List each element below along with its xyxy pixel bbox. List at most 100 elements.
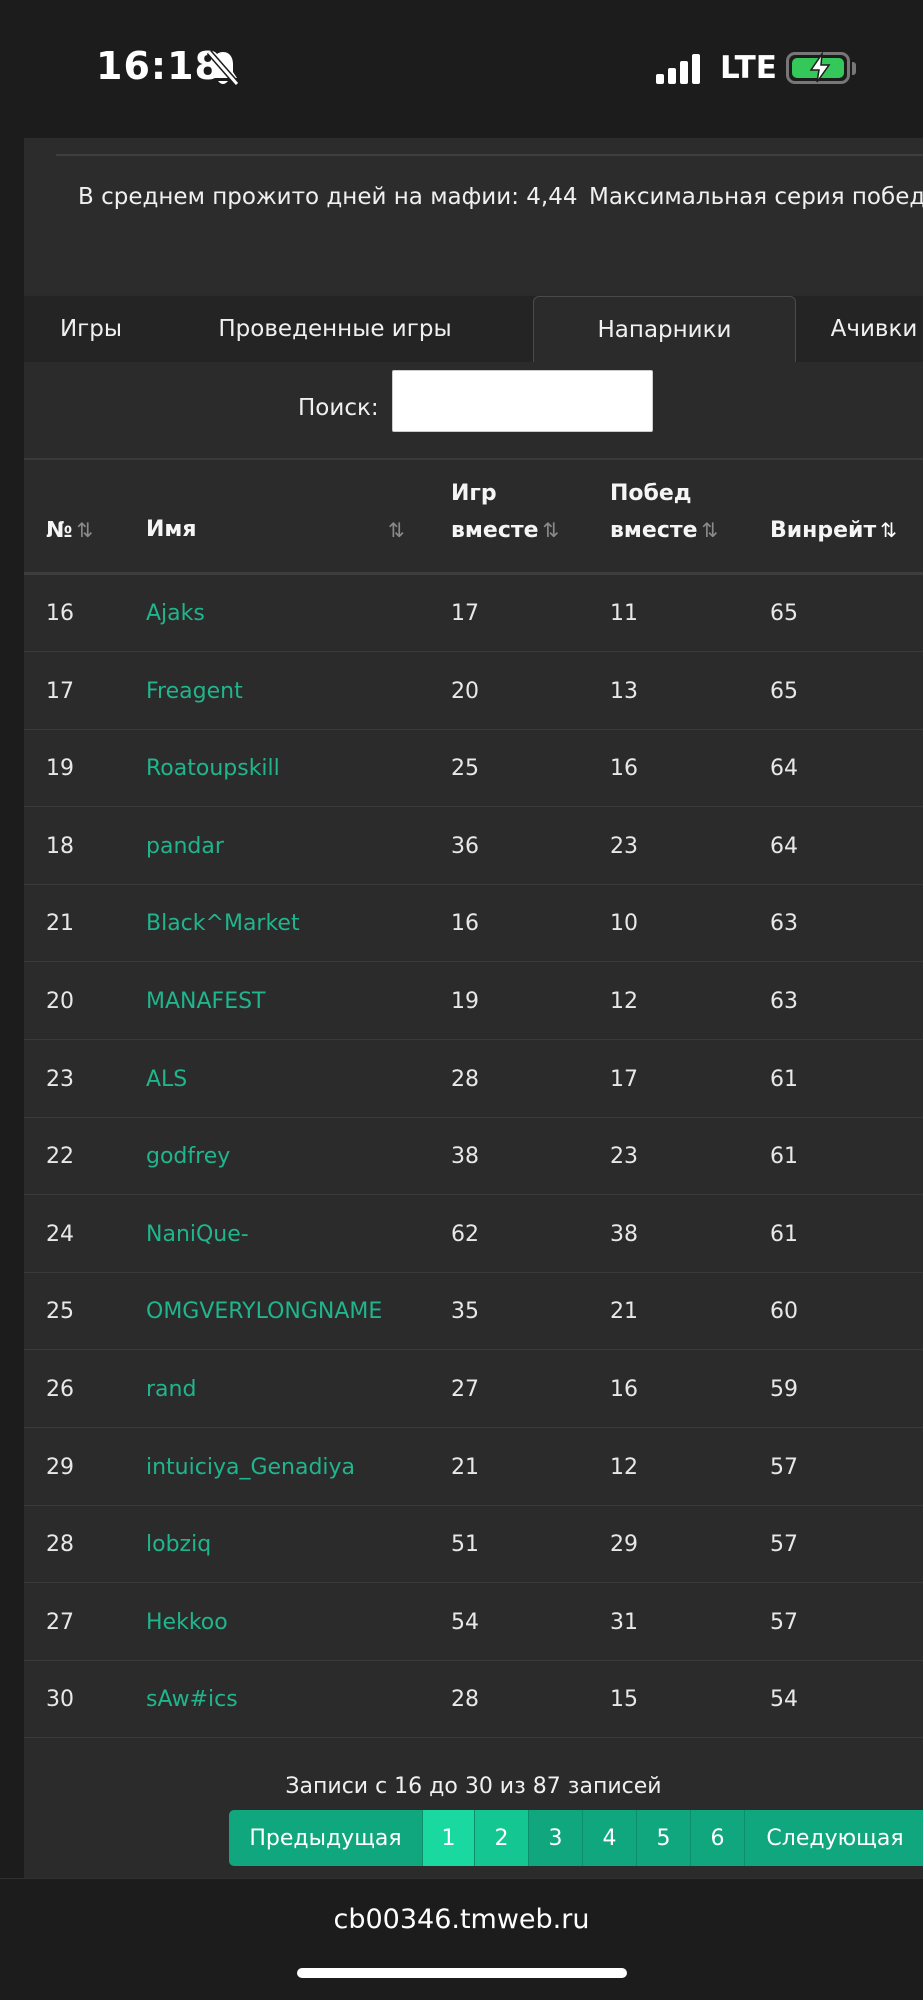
cell-winrate: 60 (770, 1299, 798, 1325)
cell-games: 54 (451, 1609, 479, 1635)
cell-num: 28 (46, 1532, 74, 1558)
cell-games: 28 (451, 1687, 479, 1713)
cell-winrate: 63 (770, 989, 798, 1014)
table-row: 20 MANAFEST 19 12 63 (24, 963, 923, 1040)
col-header-games-l2: вместе (451, 518, 539, 543)
stats-divider (56, 154, 923, 156)
partner-name-link[interactable]: Freagent (146, 679, 243, 704)
col-header-winrate-label: Винрейт (770, 518, 877, 543)
stat-max-win-streak: Максимальная серия побед: (589, 184, 923, 210)
tab-achievements[interactable]: Ачивки (809, 296, 923, 362)
tab-partners[interactable]: Напарники (533, 296, 796, 362)
partner-name-link[interactable]: Roatoupskill (146, 756, 280, 781)
cell-wins: 29 (610, 1532, 638, 1558)
home-indicator[interactable] (297, 1968, 627, 1978)
cell-games: 28 (451, 1066, 479, 1092)
cell-wins: 31 (610, 1609, 638, 1635)
cell-winrate: 64 (770, 833, 798, 859)
tab-bar: Игры Проведенные игры Напарники Ачивки (24, 296, 923, 362)
partner-name-link[interactable]: ALS (146, 1067, 187, 1092)
cell-winrate: 61 (770, 1144, 798, 1170)
pagination-prev-button[interactable]: Предыдущая (229, 1810, 423, 1866)
sort-icon: ⇅ (701, 518, 719, 542)
cell-games: 51 (451, 1532, 479, 1558)
col-header-wins-l2: вместе (610, 518, 698, 543)
cell-num: 17 (46, 678, 74, 704)
cell-games: 21 (451, 1454, 479, 1480)
table-row: 19 Roatoupskill 25 16 64 (24, 730, 923, 808)
partner-name-link[interactable]: lobziq (146, 1532, 211, 1557)
cell-wins: 23 (610, 1144, 638, 1170)
partner-name-link[interactable]: rand (146, 1377, 196, 1402)
cell-num: 30 (46, 1687, 74, 1713)
stat-avg-days-mafia: В среднем прожито дней на мафии: 4,44 (78, 184, 578, 210)
cell-wins: 38 (610, 1221, 638, 1247)
pagination-page-5[interactable]: 5 (637, 1810, 691, 1866)
table-header: № ⇅ Имя ⇅ Игр вместе ⇅ Побед вместе ⇅ Винре… (24, 460, 923, 572)
cell-games: 62 (451, 1221, 479, 1247)
cell-wins: 11 (610, 601, 638, 626)
table-row: 27 Hekkoo 54 31 57 (24, 1584, 923, 1661)
partner-name-link[interactable]: OMGVERYLONGNAME (146, 1299, 382, 1324)
pagination-page-2[interactable]: 2 (475, 1810, 529, 1866)
address-bar[interactable]: cb00346.tmweb.ru (0, 1904, 923, 1935)
table-row: 18 pandar 36 23 64 (24, 808, 923, 885)
cell-winrate: 57 (770, 1454, 798, 1480)
cell-winrate: 57 (770, 1609, 798, 1635)
pagination-page-3[interactable]: 3 (529, 1810, 583, 1866)
partner-name-link[interactable]: Ajaks (146, 601, 205, 626)
cell-winrate: 57 (770, 1532, 798, 1558)
table-row: 16 Ajaks 17 11 65 (24, 575, 923, 652)
col-header-name-label: Имя (146, 517, 197, 542)
table-row: 17 Freagent 20 13 65 (24, 653, 923, 730)
cell-games: 20 (451, 678, 479, 704)
pagination-page-6[interactable]: 6 (691, 1810, 745, 1866)
partner-name-link[interactable]: MANAFEST (146, 989, 266, 1014)
partner-name-link[interactable]: intuiciya_Genadiya (146, 1455, 355, 1480)
cell-wins: 16 (610, 756, 638, 782)
partner-name-link[interactable]: pandar (146, 834, 224, 859)
sort-icon[interactable]: ⇅ (384, 512, 405, 549)
sort-desc-icon: ⇅ (880, 518, 897, 542)
table-row: 24 NaniQue- 62 38 61 (24, 1196, 923, 1273)
tab-games[interactable]: Игры (24, 296, 158, 362)
cell-num: 26 (46, 1377, 74, 1402)
stats-panel: В среднем прожито дней на мафии: 4,44 Ма… (24, 138, 923, 294)
cell-wins: 16 (610, 1377, 638, 1402)
pagination-page-1[interactable]: 1 (423, 1810, 475, 1866)
pagination-next-button[interactable]: Следующая (745, 1810, 923, 1866)
cell-wins: 15 (610, 1687, 638, 1713)
network-label: LTE (720, 50, 777, 86)
partner-name-link[interactable]: sAw#ics (146, 1687, 238, 1712)
partner-name-link[interactable]: Black^Market (146, 911, 300, 936)
cell-num: 22 (46, 1144, 74, 1170)
cell-winrate: 59 (770, 1377, 798, 1402)
partner-name-link[interactable]: Hekkoo (146, 1610, 228, 1635)
col-header-wins-together[interactable]: Побед вместе ⇅ (610, 476, 718, 549)
pagination-page-4[interactable]: 4 (583, 1810, 637, 1866)
table-row: 23 ALS 28 17 61 (24, 1041, 923, 1118)
cell-num: 18 (46, 833, 74, 859)
col-header-games-together[interactable]: Игр вместе ⇅ (451, 476, 559, 549)
col-header-winrate[interactable]: Винрейт ⇅ (770, 512, 897, 549)
cell-games: 25 (451, 756, 479, 782)
cell-games: 35 (451, 1299, 479, 1325)
cell-num: 27 (46, 1609, 74, 1635)
signal-icon (656, 52, 702, 84)
partner-name-link[interactable]: NaniQue- (146, 1222, 249, 1247)
cell-winrate: 61 (770, 1221, 798, 1247)
search-input[interactable] (392, 370, 653, 432)
cell-num: 29 (46, 1454, 74, 1480)
cell-num: 23 (46, 1066, 74, 1092)
cell-games: 16 (451, 911, 479, 937)
col-header-name[interactable]: Имя (146, 512, 197, 548)
pagination: Предыдущая 1 2 3 4 5 6 Следующая (229, 1810, 923, 1866)
table-row: 22 godfrey 38 23 61 (24, 1118, 923, 1196)
partner-name-link[interactable]: godfrey (146, 1144, 230, 1169)
col-header-games-l1: Игр (451, 481, 497, 506)
col-header-num[interactable]: № ⇅ (46, 512, 93, 549)
table-row: 25 OMGVERYLONGNAME 35 21 60 (24, 1273, 923, 1351)
battery-cap (852, 62, 856, 75)
tab-hosted-games[interactable]: Проведенные игры (200, 296, 470, 362)
cell-winrate: 61 (770, 1066, 798, 1092)
